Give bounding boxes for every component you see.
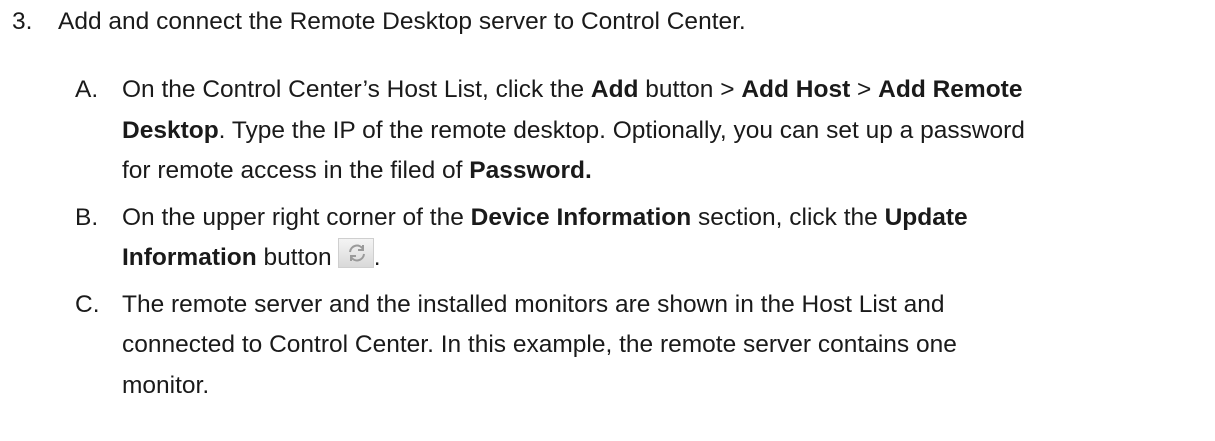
text-run: On the upper right corner of the	[122, 203, 471, 231]
substep-a: A. On the Control Center’s Host List, cl…	[75, 70, 1210, 192]
bold-password: Password.	[469, 157, 592, 184]
substep-c-line-2: connected to Control Center. In this exa…	[122, 331, 957, 358]
text-run: button >	[638, 76, 742, 103]
substep-letter: C.	[75, 290, 100, 318]
text-run: button	[256, 244, 332, 271]
bold-device-information: Device Information	[470, 203, 692, 231]
substep-b-line-2: Information button.	[122, 238, 1210, 279]
substep-c: C. The remote server and the installed m…	[75, 285, 1210, 407]
text-run: section, click the	[691, 203, 885, 231]
substep-b-line-1: On the upper right corner of the Device …	[122, 198, 1210, 239]
substep-a-line-3: for remote access in the filed of Passwo…	[122, 151, 1210, 192]
text-run: On the Control Center’s Host List, click…	[122, 76, 591, 103]
substep-c-line-3: monitor.	[122, 371, 210, 399]
substep-b: B. On the upper right corner of the Devi…	[75, 198, 1210, 279]
substep-a-line-1: On the Control Center’s Host List, click…	[122, 70, 1210, 111]
bold-information: Information	[122, 244, 257, 271]
text-run: >	[850, 76, 879, 103]
substep-letter: B.	[75, 203, 99, 231]
text-run: . Type the IP of the remote desktop. Opt…	[218, 116, 1025, 144]
substep-letter: A.	[75, 76, 99, 103]
step-3: 3. Add and connect the Remote Desktop ser…	[12, 2, 1212, 42]
bold-add-host: Add Host	[741, 76, 851, 103]
refresh-icon	[337, 238, 374, 268]
step-3-heading: 3. Add and connect the Remote Desktop ser…	[12, 2, 1212, 42]
text-run: for remote access in the filed of	[122, 157, 470, 184]
bold-desktop: Desktop	[122, 116, 219, 144]
step-number: 3.	[12, 8, 33, 35]
refresh-icon-glyph	[348, 244, 365, 262]
substep-a-line-2: Desktop. Type the IP of the remote deskt…	[122, 111, 1210, 152]
text-run: .	[373, 244, 381, 271]
substep-list: A. On the Control Center’s Host List, cl…	[75, 70, 1210, 406]
bold-update: Update	[884, 203, 968, 231]
bold-add-remote: Add Remote	[878, 76, 1023, 103]
step-text: Add and connect the Remote Desktop serve…	[58, 8, 746, 35]
substep-c-line-1: The remote server and the installed moni…	[122, 290, 945, 318]
bold-add: Add	[590, 76, 639, 103]
